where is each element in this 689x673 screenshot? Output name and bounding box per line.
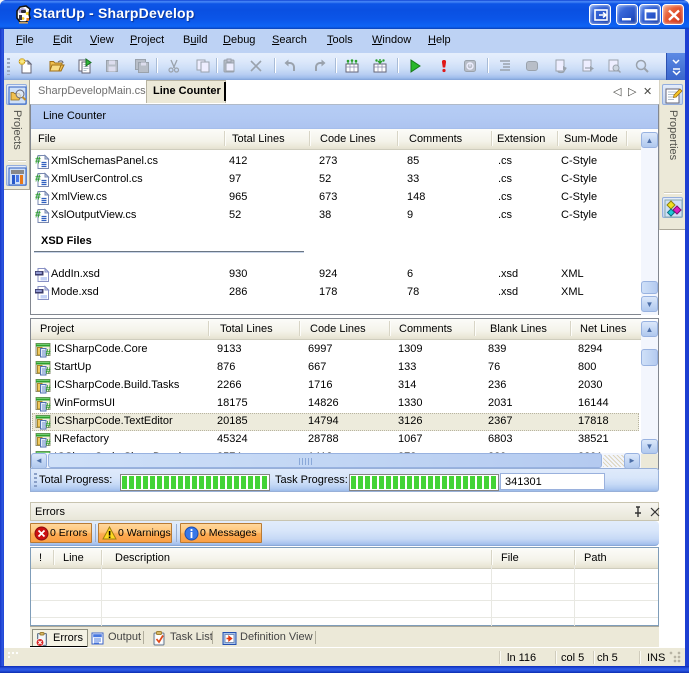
svg-text:#: # [35, 191, 41, 203]
svg-text:#: # [35, 155, 41, 167]
svg-text:#: # [46, 420, 52, 431]
svg-text:#: # [35, 209, 41, 221]
svg-text:#: # [46, 348, 52, 359]
svg-text:#: # [46, 402, 52, 413]
svg-text:#: # [46, 366, 52, 377]
svg-text:#: # [46, 384, 52, 395]
svg-text:#: # [46, 438, 52, 449]
svg-text:#: # [35, 173, 41, 185]
